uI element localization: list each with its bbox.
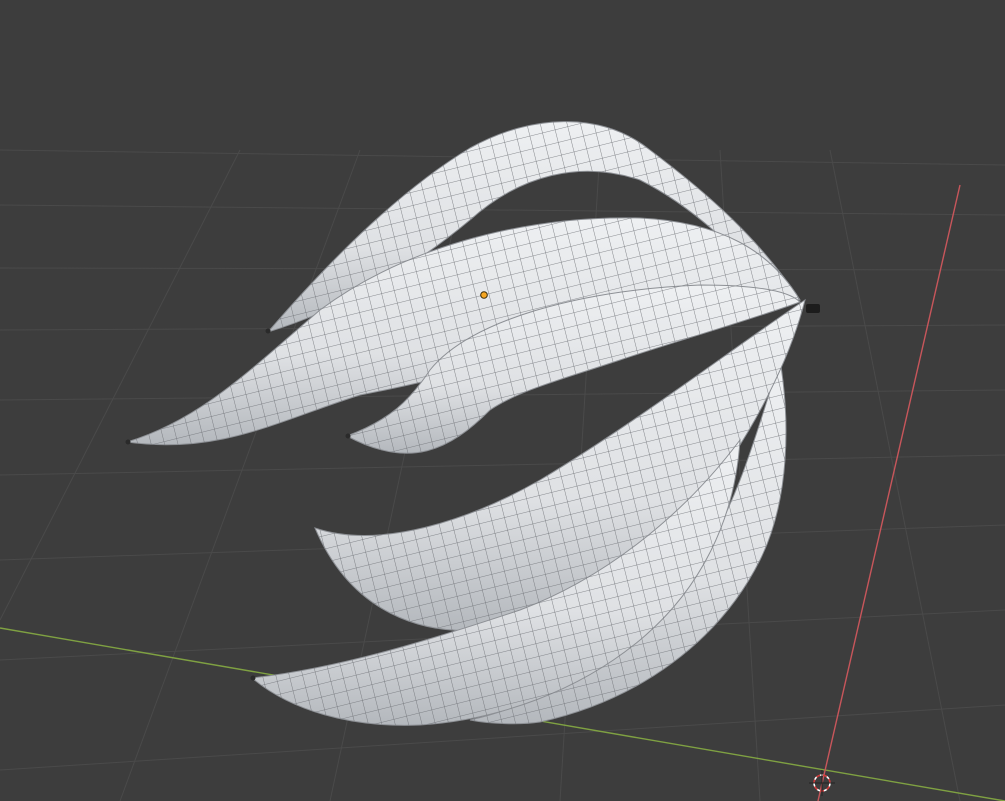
viewport-canvas[interactable]: [0, 0, 1005, 801]
3d-cursor-icon[interactable]: [809, 770, 835, 796]
strand-root[interactable]: [806, 304, 820, 313]
x-axis-line: [817, 184, 961, 801]
3d-viewport[interactable]: [0, 0, 1005, 801]
mesh-object[interactable]: [125, 121, 821, 726]
object-origin-icon[interactable]: [480, 291, 488, 299]
